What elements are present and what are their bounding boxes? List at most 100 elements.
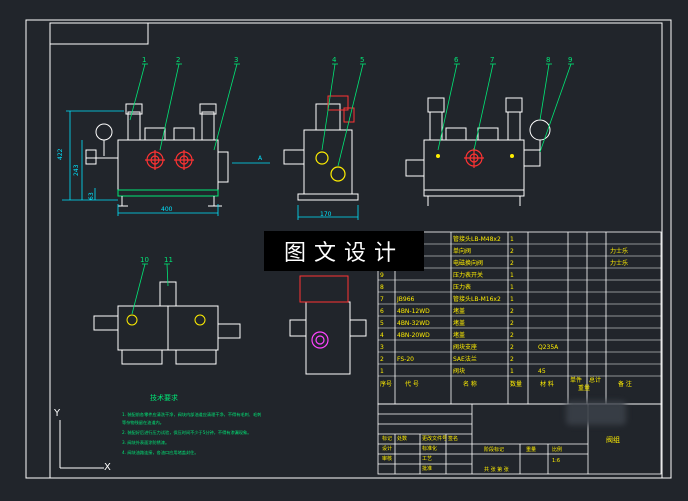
- notes-line-1: 1. 装配前各零件应清洗干净，阀块内部油道应清理干净，不得有毛刺、毛刺: [122, 411, 261, 418]
- bom-cell-qty: 1: [510, 284, 514, 291]
- bom-cell-code: 4BN-32WD: [397, 320, 430, 327]
- bom-header-unitw: 单件: [570, 376, 582, 384]
- notes-line-4: 3. 阀块外表面涂防锈漆。: [122, 439, 169, 446]
- bom-cell-name: 管接头LB-M16x2: [453, 295, 501, 303]
- bom-cell-no: 4: [380, 332, 384, 339]
- bom-cell-qty: 1: [510, 368, 514, 375]
- bom-header-weight: 重量: [578, 384, 590, 392]
- bom-header-totalw: 总计: [589, 376, 601, 384]
- top-view: [93, 281, 241, 365]
- dimension-texts: 422 243 63 400 170 A: [57, 148, 332, 218]
- balloon-10: 10: [140, 256, 149, 264]
- bom-cell-qty: 2: [510, 344, 514, 351]
- balloon-4: 4: [332, 56, 337, 64]
- bom-cell-name: 单向阀: [453, 247, 471, 255]
- balloon-2: 2: [176, 56, 180, 64]
- tb-check: 审核: [382, 455, 392, 462]
- bom-cell-no: 6: [380, 308, 384, 315]
- tb-approve: 批准: [422, 465, 432, 472]
- dim-400: 400: [161, 206, 173, 213]
- tb-design: 设计: [382, 445, 392, 452]
- tb-sheet: 共 张 第 张: [484, 466, 509, 473]
- bom-cell-no: 1: [380, 368, 384, 375]
- balloon-5: 5: [360, 56, 364, 64]
- blurred-region: [566, 401, 626, 425]
- tb-process: 工艺: [422, 456, 432, 462]
- bom-cell-qty: 2: [510, 356, 514, 363]
- bom-cell-name: 堵盖: [453, 331, 465, 339]
- tb-scale-value: 1:6: [552, 458, 560, 464]
- balloon-8: 8: [546, 56, 550, 64]
- bom-cell-code: JB966: [396, 296, 415, 303]
- dim-170: 170: [320, 211, 332, 218]
- bom-cell-no: 2: [380, 356, 384, 363]
- top-view-ports: [126, 314, 206, 326]
- bom-cell-qty: 2: [510, 320, 514, 327]
- bom-cell-qty: 2: [510, 308, 514, 315]
- tb-doc: 更改文件号: [422, 435, 447, 442]
- watermark: 图文设计: [264, 231, 424, 271]
- arrow-a: A: [258, 155, 263, 162]
- section-view-port: [311, 331, 329, 349]
- balloon-9: 9: [568, 56, 572, 64]
- bom-cell-code: FS-20: [397, 356, 414, 363]
- ucs-x-label: X: [104, 462, 111, 473]
- balloon-7: 7: [490, 56, 494, 64]
- bom-header-mat: 材 料: [540, 380, 554, 388]
- balloon-11: 11: [164, 256, 173, 264]
- bom-header-no: 序号: [380, 380, 392, 388]
- notes-line-3: 2. 装配好后进行压力试验，保压时间不少于5分钟，不得有渗漏现象。: [122, 429, 251, 436]
- bom-cell-mat: Q235A: [538, 344, 559, 351]
- bom-cell-qty: 2: [510, 260, 514, 267]
- bom-header-note: 备 注: [618, 380, 632, 388]
- front-view-ports: [145, 150, 194, 170]
- front-view: [85, 103, 229, 207]
- balloon-6: 6: [454, 56, 459, 64]
- bom-header-name: 名 称: [463, 380, 477, 388]
- tb-scale-label: 比例: [552, 446, 562, 453]
- bom-cell-no: 3: [380, 344, 384, 351]
- dim-63: 63: [88, 192, 95, 200]
- section-view: [289, 275, 367, 375]
- bom-cell-qty: 2: [510, 332, 514, 339]
- bom-cell-no: 5: [380, 320, 384, 327]
- notes-line-2: 等杂物残留在油道内。: [122, 419, 164, 426]
- tb-weight: 重量: [526, 446, 536, 453]
- bom-cell-qty: 1: [510, 236, 514, 243]
- bom-cell-qty: 2: [510, 248, 514, 255]
- tb-count: 处数: [397, 435, 407, 442]
- bom-cell-code: 4BN-20WD: [397, 332, 430, 339]
- bom-cell-mat: 45: [538, 368, 546, 375]
- bom-cell-no: 8: [380, 284, 384, 291]
- tb-sign: 签名: [448, 435, 458, 442]
- bom-header-code: 代 号: [405, 380, 419, 388]
- bom-cell-no: 7: [380, 296, 384, 303]
- technical-notes: 技术要求 1. 装配前各零件应清洗干净，阀块内部油道应清理干净，不得有毛刺、毛刺…: [122, 393, 261, 456]
- tb-mark: 标记: [382, 435, 392, 442]
- tb-part-name: 阀组: [606, 435, 620, 444]
- bom-header-qty: 数量: [510, 380, 522, 388]
- dim-243: 243: [73, 164, 80, 176]
- dim-422: 422: [57, 148, 64, 160]
- bom-cell-name: 管接头LB-M48x2: [453, 235, 501, 243]
- bom-cell-qty: 1: [510, 272, 514, 279]
- notes-line-5: 4. 阀块油路连接，各油口应用堵盖封住。: [122, 449, 199, 456]
- balloon-1: 1: [142, 56, 146, 64]
- bom-cell-name: 阀块: [453, 367, 465, 375]
- bom-cell-no: 9: [380, 272, 384, 279]
- bom-cell-name: 压力表开关: [453, 271, 483, 279]
- rear-view: [405, 97, 551, 206]
- bom-cell-name: 堵盖: [453, 307, 465, 315]
- notes-title: 技术要求: [150, 393, 178, 402]
- bom-cell-note: 力士乐: [610, 259, 628, 267]
- rear-view-ports: [464, 148, 484, 168]
- ucs-icon: [59, 420, 104, 469]
- bom-cell-name: 堵盖: [453, 319, 465, 327]
- side-view: [283, 95, 359, 201]
- bom-cell-qty: 1: [510, 296, 514, 303]
- tb-stage: 阶段标记: [484, 446, 504, 453]
- balloon-3: 3: [234, 56, 238, 64]
- bom-cell-code: 4BN-12WD: [397, 308, 430, 315]
- bom-cell-name: SAE法兰: [453, 355, 477, 363]
- bom-cell-name: 压力表: [453, 283, 471, 291]
